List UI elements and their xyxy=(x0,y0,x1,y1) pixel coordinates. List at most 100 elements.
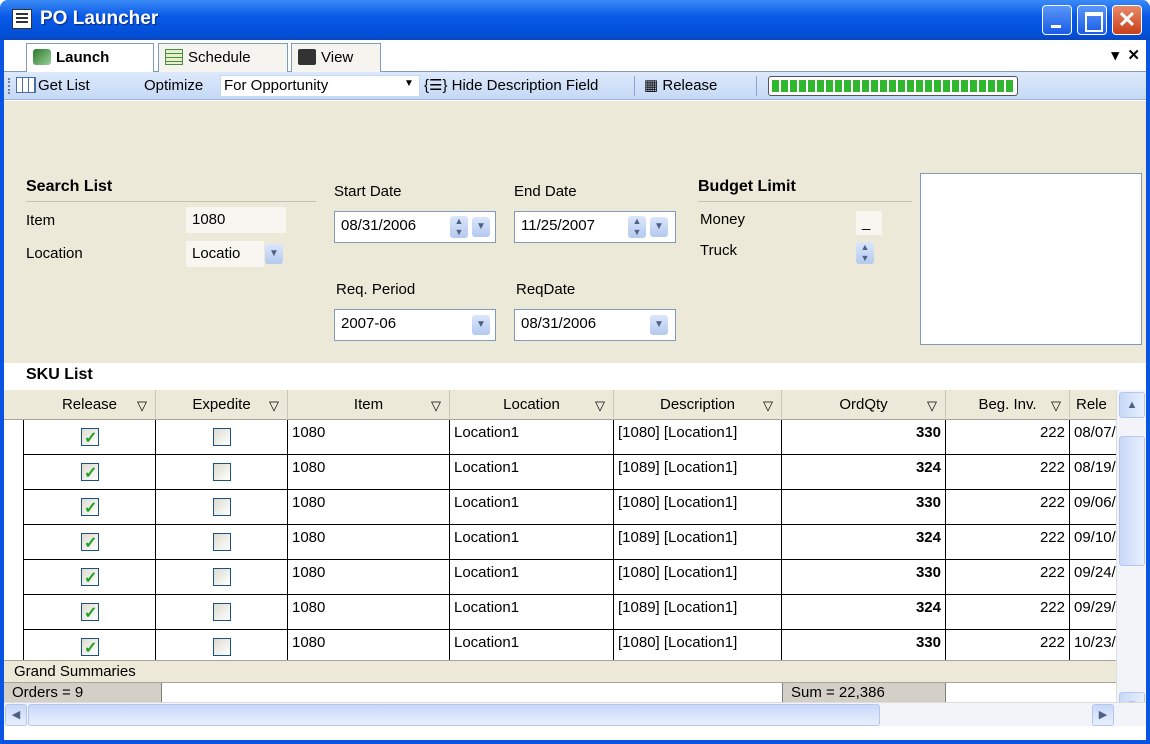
close-button[interactable]: ✕ xyxy=(1112,5,1142,35)
title-bar[interactable]: PO Launcher ✕ xyxy=(0,0,1150,40)
cell-item[interactable]: 1080 xyxy=(288,630,450,660)
expedite-checkbox[interactable] xyxy=(213,603,231,621)
cell-ordqty[interactable]: 330 xyxy=(782,560,946,595)
release-checkbox[interactable] xyxy=(81,566,99,592)
row-indicator[interactable] xyxy=(4,455,24,490)
cell-location[interactable]: Location1 xyxy=(450,490,614,525)
chevron-down-icon[interactable]: ▼ xyxy=(650,217,668,237)
chevron-down-icon[interactable]: ▼ xyxy=(472,315,490,335)
cell-description[interactable]: [1080] [Location1] xyxy=(614,490,782,525)
column-header-beg-inv[interactable]: Beg. Inv. ▽ xyxy=(946,390,1070,420)
table-row[interactable]: 1080Location1[1080] [Location1]33022208/… xyxy=(4,420,1116,455)
cell-location[interactable]: Location1 xyxy=(450,420,614,455)
release-checkbox[interactable] xyxy=(81,426,99,452)
row-indicator[interactable] xyxy=(4,420,24,455)
scroll-thumb[interactable] xyxy=(1119,436,1145,566)
cell-item[interactable]: 1080 xyxy=(288,560,450,595)
chevron-down-icon[interactable]: ▼ xyxy=(472,217,490,237)
table-row[interactable]: 1080Location1[1080] [Location1]33022210/… xyxy=(4,630,1116,660)
cell-ordqty[interactable]: 330 xyxy=(782,630,946,660)
release-checkbox[interactable] xyxy=(81,496,99,522)
row-indicator[interactable] xyxy=(4,560,24,595)
cell-rel[interactable]: 09/06/ xyxy=(1070,490,1116,525)
cell-item[interactable]: 1080 xyxy=(288,420,450,455)
notes-box[interactable] xyxy=(920,173,1142,345)
horizontal-scroll-thumb[interactable] xyxy=(28,704,880,726)
vertical-scrollbar[interactable]: ▲ ▼ xyxy=(1116,390,1146,722)
cell-description[interactable]: [1089] [Location1] xyxy=(614,595,782,630)
cell-description[interactable]: [1080] [Location1] xyxy=(614,560,782,595)
start-date-spinner[interactable]: ▲ ▼ xyxy=(450,216,468,238)
cell-rel[interactable]: 08/07/ xyxy=(1070,420,1116,455)
chevron-down-icon[interactable]: ▼ xyxy=(404,78,414,89)
cell-item[interactable]: 1080 xyxy=(288,595,450,630)
tab-launch[interactable]: Launch xyxy=(26,43,154,73)
release-checkbox[interactable] xyxy=(81,531,99,557)
tab-schedule[interactable]: Schedule xyxy=(158,43,288,72)
location-field[interactable]: Locatio xyxy=(186,241,264,267)
cell-location[interactable]: Location1 xyxy=(450,525,614,560)
scroll-up-icon[interactable]: ▲ xyxy=(1119,392,1145,418)
expedite-checkbox[interactable] xyxy=(213,463,231,481)
cell-location[interactable]: Location1 xyxy=(450,560,614,595)
get-list-button[interactable]: Get List xyxy=(16,76,90,96)
release-button[interactable]: ▦ Release xyxy=(644,76,717,96)
cell-description[interactable]: [1080] [Location1] xyxy=(614,630,782,660)
cell-location[interactable]: Location1 xyxy=(450,595,614,630)
cell-rel[interactable]: 08/19/ xyxy=(1070,455,1116,490)
cell-item[interactable]: 1080 xyxy=(288,455,450,490)
filter-icon[interactable]: ▽ xyxy=(269,391,279,421)
cell-rel[interactable]: 09/24/ xyxy=(1070,560,1116,595)
horizontal-scrollbar[interactable]: ◀ ▶ xyxy=(4,702,1146,726)
cell-beginv[interactable]: 222 xyxy=(946,455,1070,490)
cell-location[interactable]: Location1 xyxy=(450,630,614,660)
cell-rel[interactable]: 09/10/ xyxy=(1070,525,1116,560)
expedite-checkbox[interactable] xyxy=(213,498,231,516)
cell-ordqty[interactable]: 330 xyxy=(782,420,946,455)
filter-icon[interactable]: ▽ xyxy=(137,391,147,421)
cell-description[interactable]: [1080] [Location1] xyxy=(614,420,782,455)
column-header-ordqty[interactable]: OrdQty ▽ xyxy=(782,390,946,420)
expedite-checkbox[interactable] xyxy=(213,428,231,446)
column-header-expedite[interactable]: Expedite ▽ xyxy=(156,390,288,420)
filter-icon[interactable]: ▽ xyxy=(763,391,773,421)
table-row[interactable]: 1080Location1[1089] [Location1]32422209/… xyxy=(4,525,1116,560)
cell-item[interactable]: 1080 xyxy=(288,490,450,525)
expedite-checkbox[interactable] xyxy=(213,533,231,551)
row-indicator[interactable] xyxy=(4,595,24,630)
scroll-left-icon[interactable]: ◀ xyxy=(5,704,27,726)
cell-ordqty[interactable]: 324 xyxy=(782,525,946,560)
scroll-right-icon[interactable]: ▶ xyxy=(1092,704,1114,726)
toolbar-grip[interactable] xyxy=(8,78,11,94)
chevron-down-icon[interactable]: ▼ xyxy=(265,244,283,264)
column-header-item[interactable]: Item ▽ xyxy=(288,390,450,420)
cell-ordqty[interactable]: 324 xyxy=(782,455,946,490)
cell-beginv[interactable]: 222 xyxy=(946,560,1070,595)
optimize-select[interactable]: For Opportunity xyxy=(220,75,420,97)
item-field[interactable]: 1080 xyxy=(186,207,286,233)
truck-spinner[interactable]: ▲ ▼ xyxy=(856,242,874,264)
tab-close-icon[interactable]: ✕ xyxy=(1127,47,1140,64)
table-row[interactable]: 1080Location1[1080] [Location1]33022209/… xyxy=(4,490,1116,525)
cell-beginv[interactable]: 222 xyxy=(946,525,1070,560)
hide-description-button[interactable]: {☰} Hide Description Field xyxy=(424,76,598,96)
column-header-location[interactable]: Location ▽ xyxy=(450,390,614,420)
cell-rel[interactable]: 10/23/ xyxy=(1070,630,1116,660)
maximize-button[interactable] xyxy=(1077,5,1107,35)
table-row[interactable]: 1080Location1[1080] [Location1]33022209/… xyxy=(4,560,1116,595)
filter-icon[interactable]: ▽ xyxy=(431,391,441,421)
cell-item[interactable]: 1080 xyxy=(288,525,450,560)
end-date-spinner[interactable]: ▲ ▼ xyxy=(628,216,646,238)
row-indicator[interactable] xyxy=(4,525,24,560)
cell-ordqty[interactable]: 324 xyxy=(782,595,946,630)
release-checkbox[interactable] xyxy=(81,636,99,660)
money-field[interactable]: _ xyxy=(856,211,882,235)
cell-description[interactable]: [1089] [Location1] xyxy=(614,455,782,490)
tab-menu-icon[interactable]: ▾ xyxy=(1112,47,1120,64)
cell-location[interactable]: Location1 xyxy=(450,455,614,490)
column-header-description[interactable]: Description ▽ xyxy=(614,390,782,420)
filter-icon[interactable]: ▽ xyxy=(1051,391,1061,421)
expedite-checkbox[interactable] xyxy=(213,638,231,656)
cell-rel[interactable]: 09/29/ xyxy=(1070,595,1116,630)
expedite-checkbox[interactable] xyxy=(213,568,231,586)
